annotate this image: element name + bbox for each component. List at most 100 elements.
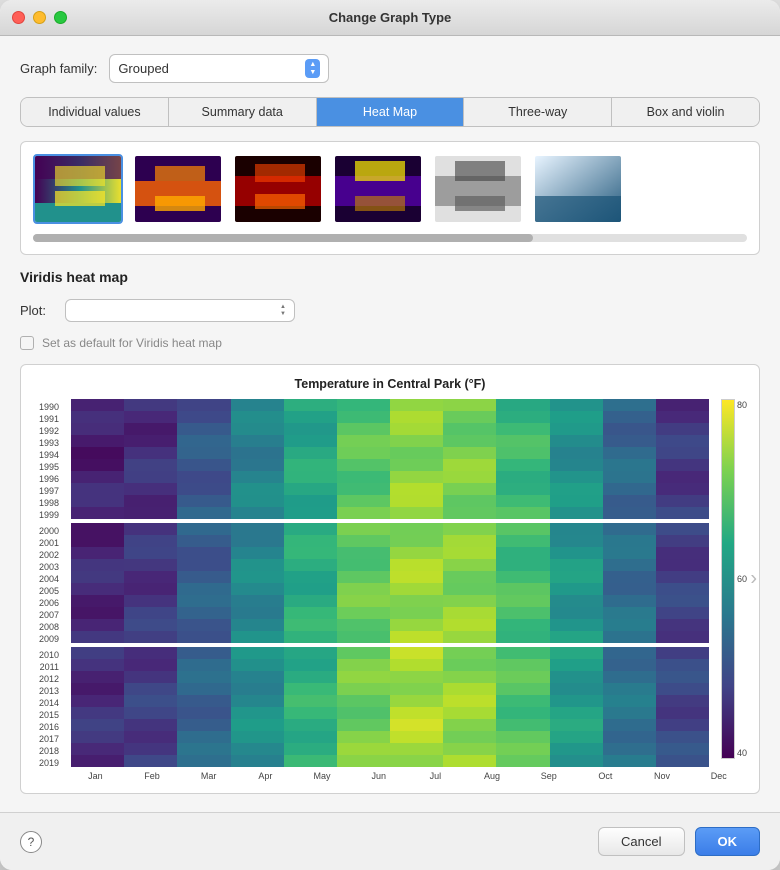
tab-three-way[interactable]: Three-way (464, 98, 612, 126)
thumbnail-3[interactable] (233, 154, 323, 224)
maximize-button[interactable] (54, 11, 67, 24)
close-button[interactable] (12, 11, 25, 24)
plot-select[interactable] (65, 299, 295, 322)
heatmap-cell (337, 671, 390, 683)
heatmap-cell (71, 707, 124, 719)
titlebar: Change Graph Type (0, 0, 780, 36)
heatmap-cell (550, 619, 603, 631)
tab-box-violin[interactable]: Box and violin (612, 98, 759, 126)
heatmap-cell (337, 743, 390, 755)
heatmap-cell (284, 683, 337, 695)
checkbox-label: Set as default for Viridis heat map (42, 336, 222, 350)
heatmap-cell (284, 731, 337, 743)
heatmap-cell (496, 583, 549, 595)
heatmap-cell (390, 595, 443, 607)
heatmap-cell (603, 743, 656, 755)
heatmap-cell (603, 719, 656, 731)
heatmap-cell (603, 495, 656, 507)
ok-button[interactable]: OK (695, 827, 761, 856)
heatmap-cell (443, 707, 496, 719)
graph-family-select[interactable]: Grouped (109, 54, 329, 83)
heatmap-cell (550, 423, 603, 435)
thumbnail-scrollbar[interactable] (33, 234, 747, 242)
heatmap-cell (443, 619, 496, 631)
heatmap-cell (550, 571, 603, 583)
plot-label: Plot: (20, 303, 55, 318)
plot-row: Plot: (20, 299, 760, 322)
heatmap-cell (337, 583, 390, 595)
heatmap-cell (443, 731, 496, 743)
year-label: 2005 (33, 585, 63, 597)
heatmap-cell (496, 411, 549, 423)
thumbnails-container (20, 141, 760, 255)
heatmap-cell (603, 707, 656, 719)
heatmap-cell (124, 423, 177, 435)
heatmap-cell (443, 583, 496, 595)
heatmap-cell (124, 411, 177, 423)
heatmap-cell (443, 571, 496, 583)
heatmap-cell (603, 483, 656, 495)
heatmap-cell (390, 535, 443, 547)
year-label: 2009 (33, 633, 63, 645)
heatmap-cell (284, 535, 337, 547)
heatmap-cell (496, 423, 549, 435)
tab-individual-values[interactable]: Individual values (21, 98, 169, 126)
heatmap-cell (231, 507, 284, 519)
heatmap-cell (337, 399, 390, 411)
next-arrow[interactable]: › (750, 568, 757, 591)
year-label: 2011 (33, 661, 63, 673)
heatmap-cell (124, 471, 177, 483)
heatmap-row (71, 731, 709, 743)
heatmap-cell (177, 707, 230, 719)
heatmap-cell (177, 507, 230, 519)
heatmap-cell (656, 523, 709, 535)
heatmap-cell (390, 731, 443, 743)
heatmap-cell (337, 647, 390, 659)
heatmap-cell (390, 483, 443, 495)
tab-heat-map[interactable]: Heat Map (317, 98, 465, 126)
tab-summary-data[interactable]: Summary data (169, 98, 317, 126)
heatmap-cell (550, 495, 603, 507)
heatmap-cell (390, 507, 443, 519)
heatmap-cell (124, 707, 177, 719)
heatmap-cell (124, 583, 177, 595)
heatmap-cell (71, 507, 124, 519)
month-label: Nov (634, 771, 691, 781)
heatmap-cell (496, 559, 549, 571)
heatmap-cell (231, 755, 284, 767)
heatmap-cell (603, 683, 656, 695)
heatmap-row (71, 743, 709, 755)
help-button[interactable]: ? (20, 831, 42, 853)
heatmap-cell (71, 731, 124, 743)
thumbnail-6[interactable] (533, 154, 623, 224)
heatmap-cell (603, 535, 656, 547)
heatmap-cell (603, 631, 656, 643)
bottom-bar: ? Cancel OK (0, 812, 780, 870)
cancel-button[interactable]: Cancel (598, 827, 684, 856)
minimize-button[interactable] (33, 11, 46, 24)
thumbnail-2[interactable] (133, 154, 223, 224)
thumbnail-4[interactable] (333, 154, 423, 224)
heatmap-cell (284, 547, 337, 559)
thumbnail-5[interactable] (433, 154, 523, 224)
heatmap-cell (550, 435, 603, 447)
heatmap-cell (284, 583, 337, 595)
heatmap-cell (603, 459, 656, 471)
heatmap-cell (496, 523, 549, 535)
heatmap-cell (390, 619, 443, 631)
heatmap-cell (71, 631, 124, 643)
default-checkbox[interactable] (20, 336, 34, 350)
thumbnail-1[interactable] (33, 154, 123, 224)
heatmap-cell (71, 571, 124, 583)
heatmap-cell (550, 707, 603, 719)
heatmap-cell (177, 583, 230, 595)
heatmap-cell (124, 671, 177, 683)
heatmap-cell (71, 495, 124, 507)
heatmap-cell (177, 731, 230, 743)
heatmap-cell (550, 719, 603, 731)
heatmap-row (71, 631, 709, 643)
heatmap-row (71, 507, 709, 519)
heatmap-cell (603, 755, 656, 767)
heatmap-cell (231, 619, 284, 631)
heatmap-cell (390, 411, 443, 423)
